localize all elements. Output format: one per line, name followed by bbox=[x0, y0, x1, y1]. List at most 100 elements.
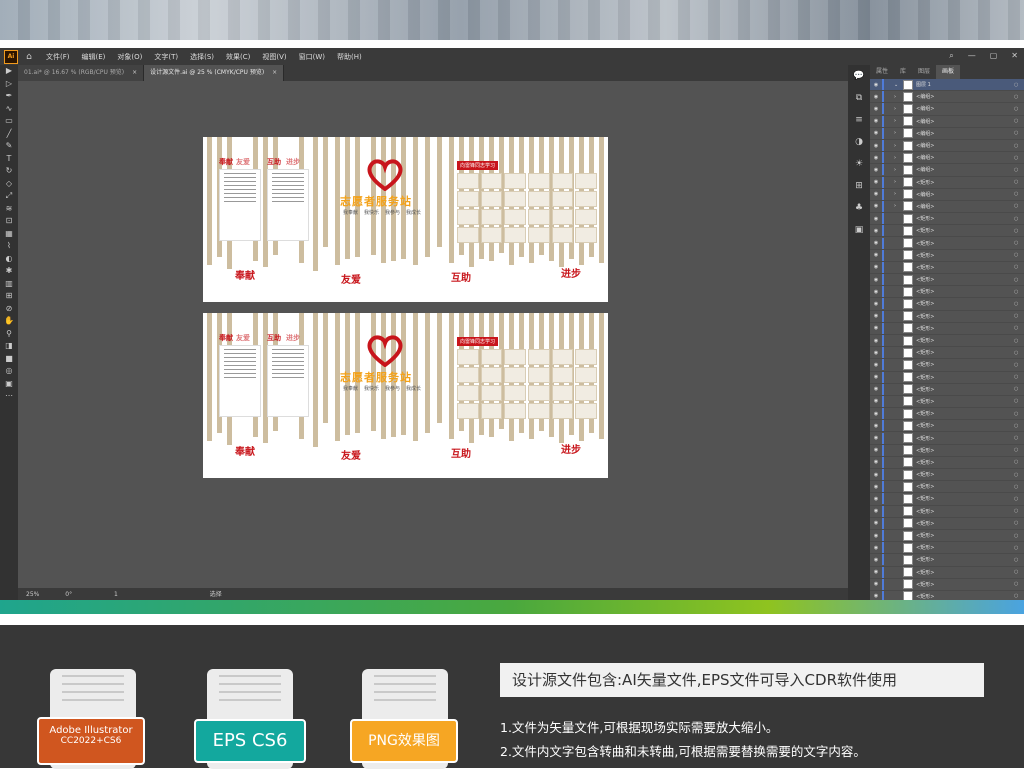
warp-tool-icon[interactable]: ≋ bbox=[0, 203, 18, 216]
eye-icon[interactable]: ◉ bbox=[870, 520, 882, 526]
minimize-icon[interactable]: — bbox=[968, 51, 976, 61]
color-mode-icon[interactable]: ■ bbox=[0, 353, 18, 366]
eye-icon[interactable]: ◉ bbox=[870, 423, 882, 429]
target-icon[interactable]: ○ bbox=[1014, 374, 1024, 380]
type-tool-icon[interactable]: T bbox=[0, 153, 18, 166]
target-icon[interactable]: ○ bbox=[1014, 472, 1024, 478]
target-icon[interactable]: ○ bbox=[1014, 569, 1024, 575]
layer-row[interactable]: ◉ <矩形> ○ bbox=[870, 530, 1024, 543]
layer-row[interactable]: ◉ <矩形> ○ bbox=[870, 371, 1024, 384]
target-icon[interactable]: ○ bbox=[1014, 423, 1024, 429]
blend-tool-icon[interactable]: ◐ bbox=[0, 253, 18, 266]
layer-row[interactable]: ◉ <矩形> ○ bbox=[870, 432, 1024, 445]
eye-icon[interactable]: ◉ bbox=[870, 398, 882, 404]
target-icon[interactable]: ○ bbox=[1014, 557, 1024, 563]
target-icon[interactable]: ○ bbox=[1014, 301, 1024, 307]
eye-icon[interactable]: ◉ bbox=[870, 106, 882, 112]
sun-icon[interactable]: ☀ bbox=[848, 153, 870, 175]
layer-row[interactable]: ◉ ⌄ 图层 1 ○ bbox=[870, 79, 1024, 92]
menu-view[interactable]: 视图(V) bbox=[262, 52, 286, 62]
eye-icon[interactable]: ◉ bbox=[870, 289, 882, 295]
draw-mode-icon[interactable]: ◎ bbox=[0, 365, 18, 378]
eye-icon[interactable]: ◉ bbox=[870, 167, 882, 173]
eye-icon[interactable]: ◉ bbox=[870, 496, 882, 502]
layer-row[interactable]: ◉ <矩形> ○ bbox=[870, 469, 1024, 482]
tab-document-2[interactable]: 设计源文件.ai @ 25 % (CMYK/CPU 预览) × bbox=[144, 65, 285, 81]
target-icon[interactable]: ○ bbox=[1014, 581, 1024, 587]
layer-row[interactable]: ◉ › <编组> ○ bbox=[870, 164, 1024, 177]
gradient-tool-icon[interactable]: ▦ bbox=[0, 228, 18, 241]
canvas-area[interactable]: 奉献 友爱 互助 进步 志愿者服务站 我奉献 我快乐 我参与 我成长 向雷锋同志… bbox=[18, 81, 848, 588]
layer-row[interactable]: ◉ <矩形> ○ bbox=[870, 225, 1024, 238]
target-icon[interactable]: ○ bbox=[1014, 484, 1024, 490]
target-icon[interactable]: ○ bbox=[1014, 167, 1024, 173]
target-icon[interactable]: ○ bbox=[1014, 520, 1024, 526]
artboard-tool-icon[interactable]: ⊞ bbox=[0, 290, 18, 303]
layer-row[interactable]: ◉ <矩形> ○ bbox=[870, 249, 1024, 262]
menu-effect[interactable]: 效果(C) bbox=[226, 52, 250, 62]
target-icon[interactable]: ○ bbox=[1014, 459, 1024, 465]
comments-icon[interactable]: 💬 bbox=[848, 65, 870, 87]
eraser-tool-icon[interactable]: ◇ bbox=[0, 178, 18, 191]
zoom-tool-icon[interactable]: ⚲ bbox=[0, 328, 18, 341]
layer-row[interactable]: ◉ <矩形> ○ bbox=[870, 566, 1024, 579]
slice-tool-icon[interactable]: ⊘ bbox=[0, 303, 18, 316]
eye-icon[interactable]: ◉ bbox=[870, 569, 882, 575]
eye-icon[interactable]: ◉ bbox=[870, 386, 882, 392]
symbol-sprayer-tool-icon[interactable]: ✱ bbox=[0, 265, 18, 278]
target-icon[interactable]: ○ bbox=[1014, 203, 1024, 209]
target-icon[interactable]: ○ bbox=[1014, 350, 1024, 356]
target-icon[interactable]: ○ bbox=[1014, 191, 1024, 197]
eye-icon[interactable]: ◉ bbox=[870, 581, 882, 587]
selection-tool-icon[interactable]: ▶ bbox=[0, 65, 18, 78]
target-icon[interactable]: ○ bbox=[1014, 496, 1024, 502]
eye-icon[interactable]: ◉ bbox=[870, 411, 882, 417]
layer-row[interactable]: ◉ › <矩形> ○ bbox=[870, 176, 1024, 189]
eye-icon[interactable]: ◉ bbox=[870, 313, 882, 319]
eye-icon[interactable]: ◉ bbox=[870, 374, 882, 380]
layer-row[interactable]: ◉ <矩形> ○ bbox=[870, 578, 1024, 591]
curvature-tool-icon[interactable]: ∿ bbox=[0, 103, 18, 116]
image-icon[interactable]: ▣ bbox=[848, 219, 870, 241]
layer-row[interactable]: ◉ <矩形> ○ bbox=[870, 420, 1024, 433]
layer-row[interactable]: ◉ <矩形> ○ bbox=[870, 493, 1024, 506]
layer-row[interactable]: ◉ <矩形> ○ bbox=[870, 286, 1024, 299]
transform-icon[interactable]: ⊞ bbox=[848, 175, 870, 197]
eye-icon[interactable]: ◉ bbox=[870, 593, 882, 599]
layer-row[interactable]: ◉ <矩形> ○ bbox=[870, 456, 1024, 469]
align-icon[interactable]: ≡ bbox=[848, 109, 870, 131]
close-icon[interactable]: ✕ bbox=[1011, 51, 1018, 61]
rotate-tool-icon[interactable]: ↻ bbox=[0, 165, 18, 178]
layer-row[interactable]: ◉ <矩形> ○ bbox=[870, 298, 1024, 311]
menu-object[interactable]: 对象(O) bbox=[117, 52, 142, 62]
eye-icon[interactable]: ◉ bbox=[870, 179, 882, 185]
search-icon[interactable]: ⌕ bbox=[949, 51, 953, 61]
layer-row[interactable]: ◉ <矩形> ○ bbox=[870, 517, 1024, 530]
eye-icon[interactable]: ◉ bbox=[870, 301, 882, 307]
target-icon[interactable]: ○ bbox=[1014, 94, 1024, 100]
tab-document-1[interactable]: 01.ai* @ 16.67 % (RGB/CPU 预览) × bbox=[18, 65, 145, 81]
eye-icon[interactable]: ◉ bbox=[870, 264, 882, 270]
pencil-tool-icon[interactable]: ✎ bbox=[0, 140, 18, 153]
eye-icon[interactable]: ◉ bbox=[870, 203, 882, 209]
target-icon[interactable]: ○ bbox=[1014, 240, 1024, 246]
target-icon[interactable]: ○ bbox=[1014, 252, 1024, 258]
menu-edit[interactable]: 编辑(E) bbox=[82, 52, 106, 62]
appearance-icon[interactable]: ◑ bbox=[848, 131, 870, 153]
layer-row[interactable]: ◉ <矩形> ○ bbox=[870, 359, 1024, 372]
more-tools-icon[interactable]: ⋯ bbox=[0, 390, 18, 403]
layer-row[interactable]: ◉ <矩形> ○ bbox=[870, 310, 1024, 323]
home-icon[interactable]: ⌂ bbox=[22, 51, 36, 63]
menu-type[interactable]: 文字(T) bbox=[154, 52, 178, 62]
layer-row[interactable]: ◉ <矩形> ○ bbox=[870, 444, 1024, 457]
eye-icon[interactable]: ◉ bbox=[870, 228, 882, 234]
layer-row[interactable]: ◉ <矩形> ○ bbox=[870, 237, 1024, 250]
menu-help[interactable]: 帮助(H) bbox=[337, 52, 362, 62]
target-icon[interactable]: ○ bbox=[1014, 155, 1024, 161]
layer-row[interactable]: ◉ <矩形> ○ bbox=[870, 347, 1024, 360]
layer-row[interactable]: ◉ <矩形> ○ bbox=[870, 335, 1024, 348]
layer-row[interactable]: ◉ <矩形> ○ bbox=[870, 542, 1024, 555]
target-icon[interactable]: ○ bbox=[1014, 411, 1024, 417]
eye-icon[interactable]: ◉ bbox=[870, 191, 882, 197]
menu-select[interactable]: 选择(S) bbox=[190, 52, 214, 62]
